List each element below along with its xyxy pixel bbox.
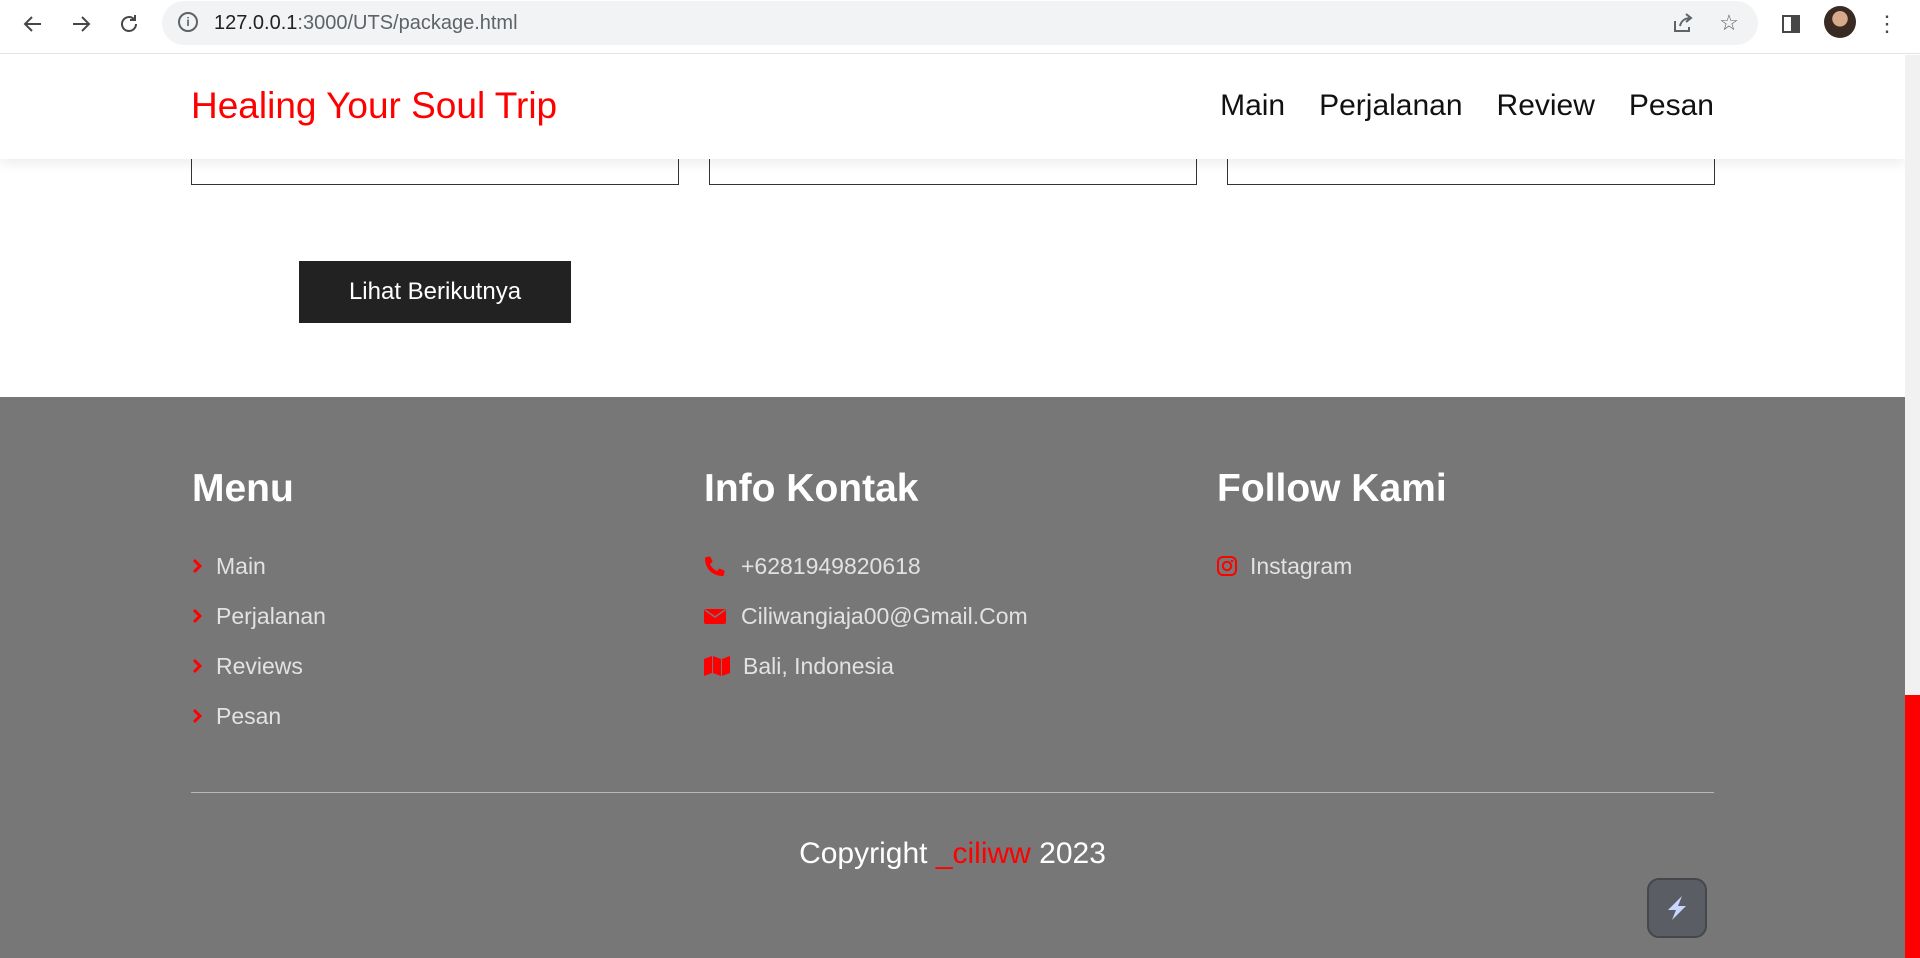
- instagram-icon: [1217, 556, 1250, 576]
- contact-email-text: Ciliwangiaja00@Gmail.Com: [741, 602, 1028, 629]
- footer-menu-label: Perjalanan: [216, 602, 326, 629]
- copyright-text: Copyright _ciliww 2023: [0, 837, 1905, 871]
- footer-menu-label: Pesan: [216, 702, 282, 729]
- reload-icon[interactable]: [114, 9, 144, 39]
- footer-menu-title: Menu: [192, 467, 294, 510]
- contact-location-text: Bali, Indonesia: [743, 652, 894, 679]
- instagram-label: Instagram: [1250, 552, 1353, 579]
- site-header: Healing Your Soul Trip Main Perjalanan R…: [0, 55, 1905, 159]
- footer-menu-label: Main: [216, 552, 266, 579]
- footer-contact-title: Info Kontak: [704, 467, 919, 510]
- nav-pesan[interactable]: Pesan: [1629, 89, 1714, 123]
- main-nav: Main Perjalanan Review Pesan: [1220, 89, 1714, 123]
- chevron-right-icon: [192, 558, 216, 574]
- footer-menu-item-reviews[interactable]: Reviews: [192, 641, 326, 691]
- chevron-right-icon: [192, 708, 216, 724]
- forward-arrow-icon[interactable]: [66, 9, 96, 39]
- info-icon[interactable]: i: [178, 12, 198, 32]
- site-footer: Menu Main Perjalanan Reviews Pesan Info …: [0, 397, 1905, 958]
- chevron-right-icon: [192, 608, 216, 624]
- share-icon[interactable]: [1670, 10, 1696, 36]
- nav-perjalanan[interactable]: Perjalanan: [1319, 89, 1462, 123]
- footer-menu-item-pesan[interactable]: Pesan: [192, 691, 326, 741]
- chevron-right-icon: [192, 658, 216, 674]
- web-page: Healing Your Soul Trip Main Perjalanan R…: [0, 55, 1905, 958]
- see-more-button[interactable]: Lihat Berikutnya: [299, 261, 571, 323]
- contact-phone-text: +6281949820618: [741, 552, 921, 579]
- side-panel-icon[interactable]: [1776, 9, 1806, 39]
- nav-main[interactable]: Main: [1220, 89, 1285, 123]
- back-arrow-icon[interactable]: [18, 9, 48, 39]
- footer-contact: Info Kontak +6281949820618 Ciliwangiaja0…: [704, 467, 1028, 691]
- footer-follow-title: Follow Kami: [1217, 467, 1447, 510]
- page-scrollbar[interactable]: [1905, 55, 1920, 958]
- copyright-prefix: Copyright: [799, 837, 936, 870]
- footer-follow: Follow Kami Instagram: [1217, 467, 1447, 591]
- contact-location[interactable]: Bali, Indonesia: [704, 641, 1028, 691]
- copyright-year: 2023: [1030, 837, 1106, 870]
- follow-instagram[interactable]: Instagram: [1217, 541, 1447, 591]
- phone-icon: [704, 555, 741, 577]
- url-text[interactable]: 127.0.0.1:3000/UTS/package.html: [214, 12, 518, 35]
- footer-menu-label: Reviews: [216, 652, 303, 679]
- star-icon[interactable]: ☆: [1716, 10, 1742, 36]
- extension-float-button[interactable]: [1647, 878, 1707, 938]
- url-host: 127.0.0.1: [214, 12, 298, 34]
- scrollbar-thumb[interactable]: [1905, 695, 1920, 958]
- contact-email[interactable]: Ciliwangiaja00@Gmail.Com: [704, 591, 1028, 641]
- envelope-icon: [704, 607, 741, 625]
- map-icon: [704, 656, 743, 676]
- footer-menu: Menu Main Perjalanan Reviews Pesan: [192, 467, 326, 741]
- site-logo[interactable]: Healing Your Soul Trip: [191, 85, 557, 127]
- address-bar[interactable]: i 127.0.0.1:3000/UTS/package.html ☆: [162, 1, 1758, 45]
- browser-toolbar: i 127.0.0.1:3000/UTS/package.html ☆ ⋮: [0, 0, 1920, 54]
- footer-divider: [191, 792, 1714, 793]
- footer-menu-item-main[interactable]: Main: [192, 541, 326, 591]
- nav-review[interactable]: Review: [1497, 89, 1595, 123]
- footer-menu-item-perjalanan[interactable]: Perjalanan: [192, 591, 326, 641]
- contact-phone[interactable]: +6281949820618: [704, 541, 1028, 591]
- url-path: :3000/UTS/package.html: [297, 12, 518, 34]
- profile-avatar[interactable]: [1824, 6, 1856, 38]
- more-vertical-icon[interactable]: ⋮: [1872, 9, 1902, 39]
- copyright-brand[interactable]: _ciliww: [936, 837, 1031, 870]
